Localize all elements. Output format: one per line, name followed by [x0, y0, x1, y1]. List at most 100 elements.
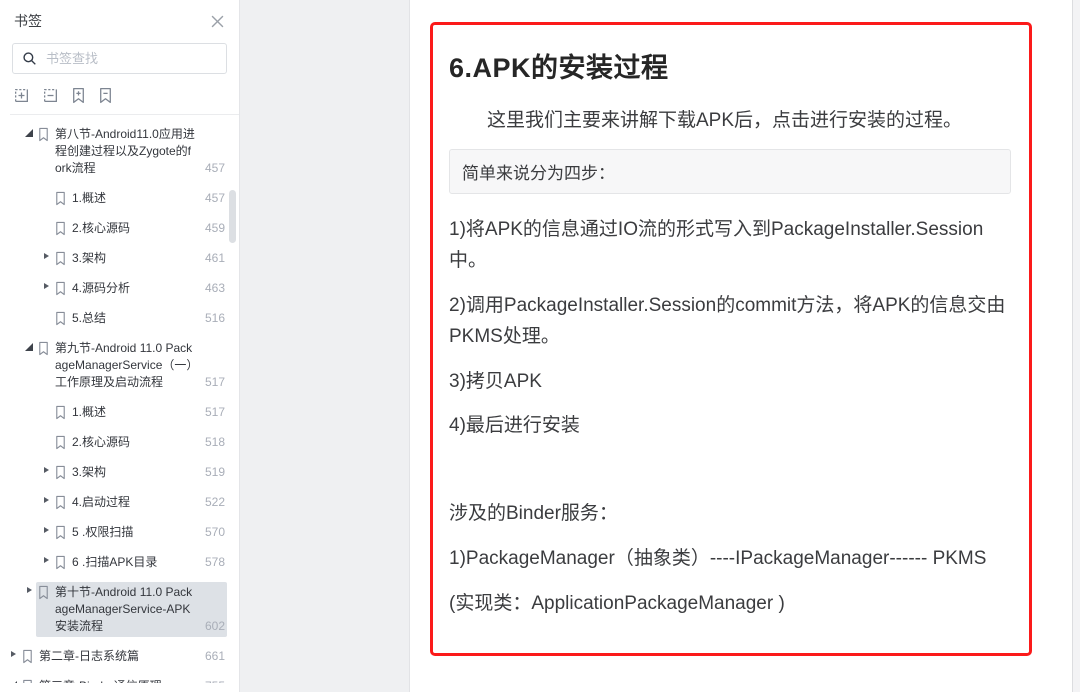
bookmark-page-number: 516: [204, 311, 225, 325]
bookmark-page-number: 517: [204, 405, 225, 419]
bookmark-tree-item[interactable]: 1.概述 517: [0, 402, 227, 423]
expand-all-icon[interactable]: [13, 87, 30, 104]
bookmark-page-number: 463: [204, 281, 225, 295]
bookmark-row-body: 4.源码分析 463: [53, 278, 227, 299]
note-box: 简单来说分为四步：: [449, 149, 1011, 195]
bookmark-icon: [37, 127, 50, 142]
bookmark-icon: [54, 525, 67, 540]
bookmark-label: 3.架构: [72, 465, 107, 479]
bookmark-label: 3.架构: [72, 251, 107, 265]
expanded-arrow-icon[interactable]: [22, 338, 36, 351]
binder-item-paragraph: (实现类：ApplicationPackageManager ): [449, 592, 785, 614]
bookmark-icon: [54, 405, 67, 420]
bookmark-page-number: 602: [204, 619, 225, 633]
bookmark-label: 5.总结: [72, 311, 107, 325]
bookmark-tree-item[interactable]: 4.源码分析 463: [0, 278, 227, 299]
bookmark-row-body: 4.启动过程 522: [53, 492, 227, 513]
collapsed-arrow-icon[interactable]: [39, 462, 53, 473]
step-paragraph: 4)最后进行安装: [449, 415, 580, 437]
bookmark-page-number: 461: [204, 251, 225, 265]
arrow-spacer: [39, 402, 53, 407]
arrow-spacer: [39, 308, 53, 313]
bookmark-tree-item[interactable]: 第三章-Binder通信原理755: [0, 676, 227, 683]
step-paragraph: 3)拷贝APK: [449, 370, 542, 392]
bookmark-icon: [54, 251, 67, 266]
binder-item-paragraph: 1)PackageManager（抽象类）----IPackageManager…: [449, 547, 987, 569]
bookmark-page-number: 457: [204, 161, 225, 175]
arrow-spacer: [39, 218, 53, 223]
bookmark-label: 第八节-Android11.0应用进程创建过程以及Zygote的fork流程: [55, 127, 195, 175]
bookmark-label: 2.核心源码: [72, 221, 131, 235]
binder-items-list: 1)PackageManager（抽象类）----IPackageManager…: [449, 544, 1011, 620]
bookmark-search-input[interactable]: [46, 51, 222, 66]
bookmark-row-body: 第八节-Android11.0应用进程创建过程以及Zygote的fork流程 45…: [36, 124, 227, 179]
bookmark-tree-item[interactable]: 1.概述 457: [0, 188, 227, 209]
bookmark-icon: [21, 649, 34, 664]
bookmarks-sidebar: 书签 第八节-Android11.0应用进程创建过程以及Zygot: [0, 0, 240, 692]
bookmark-row-body: 5.总结 516: [53, 308, 227, 329]
bookmark-page-number: 519: [204, 465, 225, 479]
bookmark-icon: [54, 221, 67, 236]
bookmark-tree-item[interactable]: 3.架构 461: [0, 248, 227, 269]
bookmark-label: 2.核心源码: [72, 435, 131, 449]
bookmark-tree-item[interactable]: 第十节-Android 11.0 PackageManagerService-A…: [0, 582, 227, 637]
close-icon[interactable]: [211, 15, 224, 28]
bookmark-label: 4.启动过程: [72, 495, 131, 509]
bookmark-icon: [21, 679, 34, 683]
bookmark-tree-item[interactable]: 2.核心源码 459: [0, 218, 227, 239]
collapsed-arrow-icon[interactable]: [39, 492, 53, 503]
bookmark-icon: [54, 555, 67, 570]
bookmark-tree-item[interactable]: 第二章-日志系统篇 661: [0, 646, 227, 667]
bookmark-icon: [37, 585, 50, 600]
bookmark-icon: [54, 495, 67, 510]
bookmark-tree-item[interactable]: 6 .扫描APK目录 578: [0, 552, 227, 573]
bookmark-tree-item[interactable]: 5 .权限扫描 570: [0, 522, 227, 543]
search-icon: [23, 52, 36, 65]
bookmark-page-number: 755: [197, 678, 225, 683]
bookmark-tree-item[interactable]: 4.启动过程 522: [0, 492, 227, 513]
bookmark-page-number: 570: [204, 525, 225, 539]
collapse-all-icon[interactable]: [42, 87, 59, 104]
add-bookmark-icon[interactable]: [71, 87, 86, 104]
collapsed-arrow-icon[interactable]: [39, 552, 53, 563]
bookmark-tree-item[interactable]: 5.总结 516: [0, 308, 227, 329]
bookmark-page-number: 518: [204, 435, 225, 449]
bookmark-page-number: 578: [204, 555, 225, 569]
bookmark-row-body: 6 .扫描APK目录 578: [53, 552, 227, 573]
bookmark-icon: [54, 281, 67, 296]
intro-paragraph: 这里我们主要来讲解下载APK后，点击进行安装的过程。: [487, 110, 963, 131]
bookmark-row-body: 2.核心源码 518: [53, 432, 227, 453]
expanded-arrow-icon[interactable]: [22, 124, 36, 137]
step-paragraph: 1)将APK的信息通过IO流的形式写入到PackageInstaller.Ses…: [449, 219, 984, 272]
bookmark-tree-item[interactable]: 2.核心源码 518: [0, 432, 227, 453]
collapsed-arrow-icon[interactable]: [39, 248, 53, 259]
pdf-reader-window: 书签 第八节-Android11.0应用进程创建过程以及Zygot: [0, 0, 1080, 692]
bookmark-tree-item[interactable]: 3.架构 519: [0, 462, 227, 483]
bookmark-label: 1.概述: [72, 191, 107, 205]
document-canvas: 6.APK的安装过程 这里我们主要来讲解下载APK后，点击进行安装的过程。 简单…: [241, 0, 1080, 692]
bookmark-label: 5 .权限扫描: [72, 525, 134, 539]
collapsed-arrow-icon[interactable]: [6, 646, 20, 657]
arrow-spacer: [39, 432, 53, 437]
bookmark-label: 6 .扫描APK目录: [72, 555, 158, 569]
steps-list: 1)将APK的信息通过IO流的形式写入到PackageInstaller.Ses…: [449, 215, 1011, 442]
remove-bookmark-icon[interactable]: [98, 87, 113, 104]
collapsed-arrow-icon[interactable]: [39, 278, 53, 289]
vertical-scrollbar-track[interactable]: [1072, 0, 1080, 692]
section-heading: 6.APK的安装过程: [449, 53, 669, 83]
bookmark-row-body: 3.架构 461: [53, 248, 227, 269]
sidebar-scrollbar-thumb[interactable]: [229, 190, 236, 243]
collapsed-arrow-icon[interactable]: [22, 582, 36, 593]
bookmark-page-number: 522: [204, 495, 225, 509]
bookmark-page-number: 517: [204, 375, 225, 389]
bookmark-tree-item[interactable]: 第八节-Android11.0应用进程创建过程以及Zygote的fork流程 45…: [0, 124, 227, 179]
step-paragraph: 2)调用PackageInstaller.Session的commit方法，将A…: [449, 294, 1006, 347]
collapsed-arrow-icon[interactable]: [39, 522, 53, 533]
bookmark-row-body: 第九节-Android 11.0 PackageManagerService（一…: [36, 338, 227, 393]
bookmark-tree-item[interactable]: 第九节-Android 11.0 PackageManagerService（一…: [0, 338, 227, 393]
bookmark-label: 第二章-日志系统篇: [39, 649, 139, 663]
expanded-arrow-icon[interactable]: [6, 676, 20, 683]
sidebar-header: 书签: [0, 0, 239, 40]
bookmark-row-body: 第十节-Android 11.0 PackageManagerService-A…: [36, 582, 227, 637]
bookmark-toolbar: [0, 87, 239, 114]
